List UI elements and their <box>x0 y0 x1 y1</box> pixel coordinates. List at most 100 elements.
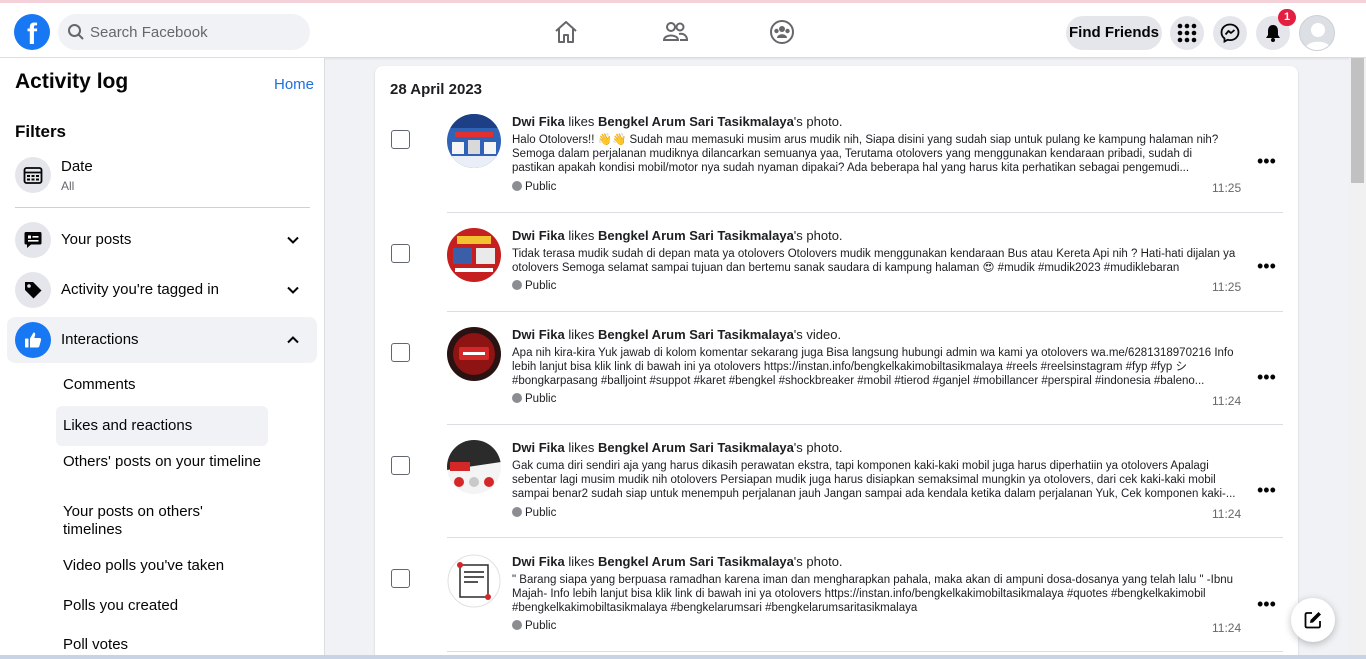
activity-time: 11:24 <box>1212 394 1242 408</box>
menu-button[interactable] <box>1170 16 1204 50</box>
activity-title[interactable]: Dwi Fika likes Bengkel Arum Sari Tasikma… <box>512 228 843 243</box>
home-link[interactable]: Home <box>274 76 314 93</box>
filters-heading: Filters <box>15 122 67 141</box>
privacy-label: Public <box>512 280 556 292</box>
activity-description: Tidak terasa mudik sudah di depan mata y… <box>512 248 1236 274</box>
notification-badge: 1 <box>1278 9 1296 26</box>
groups-icon[interactable] <box>768 18 796 46</box>
post-thumbnail[interactable] <box>447 554 501 608</box>
activity-title[interactable]: Dwi Fika likes Bengkel Arum Sari Tasikma… <box>512 114 843 129</box>
sidebar-item-your-posts[interactable]: Your posts <box>7 217 317 263</box>
sidebar-item-interactions[interactable]: Interactions <box>7 317 317 363</box>
scrollbar-thumb[interactable] <box>1351 58 1364 183</box>
activity-description: Halo Otolovers!! 👋👋 Sudah mau memasuki m… <box>512 134 1219 174</box>
item-divider <box>447 212 1283 213</box>
select-checkbox[interactable] <box>391 244 410 263</box>
activity-time: 11:24 <box>1212 621 1242 635</box>
activity-list-card: 28 April 2023 Dwi Fika likes Bengkel Aru… <box>375 66 1298 659</box>
date-filter-label: Date <box>61 158 93 175</box>
new-message-button[interactable] <box>1291 598 1335 642</box>
thumbs-up-icon <box>15 322 51 358</box>
messenger-button[interactable] <box>1213 16 1247 50</box>
more-options-button[interactable]: ••• <box>1257 367 1276 388</box>
subitem-polls-created[interactable]: Polls you created <box>56 597 268 619</box>
search-box[interactable] <box>58 14 310 50</box>
messenger-icon <box>1220 23 1240 43</box>
sidebar-divider <box>15 207 310 208</box>
privacy-label: Public <box>512 181 556 193</box>
post-thumbnail[interactable] <box>447 327 501 381</box>
taskbar-edge <box>0 655 1366 659</box>
facebook-logo[interactable]: f <box>14 14 50 50</box>
activity-log-sidebar: Activity log Home Filters Date All Your … <box>0 58 325 659</box>
globe-icon <box>512 393 522 403</box>
default-avatar-icon <box>1305 23 1331 50</box>
item-divider <box>447 424 1283 425</box>
post-thumbnail[interactable] <box>447 114 501 168</box>
activity-title[interactable]: Dwi Fika likes Bengkel Arum Sari Tasikma… <box>512 554 843 569</box>
posts-icon <box>15 222 51 258</box>
search-input[interactable] <box>90 14 300 50</box>
subitem-video-polls-taken[interactable]: Video polls you've taken <box>56 557 268 579</box>
bell-icon <box>1266 25 1280 42</box>
sidebar-title: Activity log <box>15 70 129 93</box>
globe-icon <box>512 181 522 191</box>
sidebar-item-tagged-activity[interactable]: Activity you're tagged in <box>7 267 317 313</box>
activity-time: 11:25 <box>1212 280 1242 294</box>
sidebar-item-label: Your posts <box>61 231 132 248</box>
subitem-comments[interactable]: Comments <box>56 376 268 398</box>
more-options-button[interactable]: ••• <box>1257 151 1276 172</box>
more-options-button[interactable]: ••• <box>1257 480 1276 501</box>
chevron-down-icon <box>287 236 299 244</box>
item-divider <box>447 651 1283 652</box>
post-thumbnail[interactable] <box>447 228 501 282</box>
activity-description: Apa nih kira-kira Yuk jawab di kolom kom… <box>512 347 1234 387</box>
subitem-likes-and-reactions[interactable]: Likes and reactions <box>56 406 268 446</box>
find-friends-button[interactable]: Find Friends <box>1066 16 1162 50</box>
select-checkbox[interactable] <box>391 569 410 588</box>
privacy-label: Public <box>512 620 556 632</box>
activity-description: Gak cuma diri sendiri aja yang harus dik… <box>512 460 1236 500</box>
globe-icon <box>512 507 522 517</box>
item-divider <box>447 537 1283 538</box>
menu-grid-icon <box>1177 23 1197 43</box>
privacy-label: Public <box>512 507 556 519</box>
activity-item: Dwi Fika likes Bengkel Arum Sari Tasikma… <box>375 440 1298 540</box>
activity-title[interactable]: Dwi Fika likes Bengkel Arum Sari Tasikma… <box>512 327 841 342</box>
activity-title[interactable]: Dwi Fika likes Bengkel Arum Sari Tasikma… <box>512 440 843 455</box>
select-checkbox[interactable] <box>391 130 410 149</box>
more-options-button[interactable]: ••• <box>1257 594 1276 615</box>
sidebar-item-label: Interactions <box>61 331 139 348</box>
profile-avatar[interactable] <box>1299 15 1335 51</box>
chevron-down-icon <box>287 286 299 294</box>
tag-icon <box>15 272 51 308</box>
compose-icon <box>1304 612 1321 629</box>
post-thumbnail[interactable] <box>447 440 501 494</box>
date-filter-value: All <box>61 179 75 193</box>
activity-description: " Barang siapa yang berpuasa ramadhan ka… <box>512 574 1234 614</box>
activity-item: Dwi Fika likes Bengkel Arum Sari Tasikma… <box>375 327 1298 427</box>
date-group-header: 28 April 2023 <box>390 81 482 98</box>
activity-item: Dwi Fika likes Bengkel Arum Sari Tasikma… <box>375 554 1298 654</box>
sidebar-item-label: Activity you're tagged in <box>61 281 219 298</box>
search-icon <box>68 24 84 40</box>
activity-time: 11:24 <box>1212 507 1242 521</box>
subitem-your-posts-on-others-timelines[interactable]: Your posts on others' timelines <box>56 503 268 541</box>
friends-icon[interactable] <box>661 18 689 46</box>
globe-icon <box>512 280 522 290</box>
page-scrollbar[interactable] <box>1349 58 1366 659</box>
date-filter[interactable]: Date All <box>7 152 317 198</box>
activity-item: Dwi Fika likes Bengkel Arum Sari Tasikma… <box>375 228 1298 314</box>
subitem-others-posts-on-timeline[interactable]: Others' posts on your timeline <box>56 453 268 491</box>
select-checkbox[interactable] <box>391 456 410 475</box>
privacy-label: Public <box>512 393 556 405</box>
more-options-button[interactable]: ••• <box>1257 256 1276 277</box>
top-navigation-bar: f Find Friends 1 <box>0 6 1366 58</box>
home-icon[interactable] <box>552 18 580 46</box>
activity-time: 11:25 <box>1212 181 1242 195</box>
activity-item: Dwi Fika likes Bengkel Arum Sari Tasikma… <box>375 114 1298 214</box>
calendar-icon <box>15 157 51 193</box>
chevron-up-icon <box>287 336 299 344</box>
select-checkbox[interactable] <box>391 343 410 362</box>
item-divider <box>447 311 1283 312</box>
